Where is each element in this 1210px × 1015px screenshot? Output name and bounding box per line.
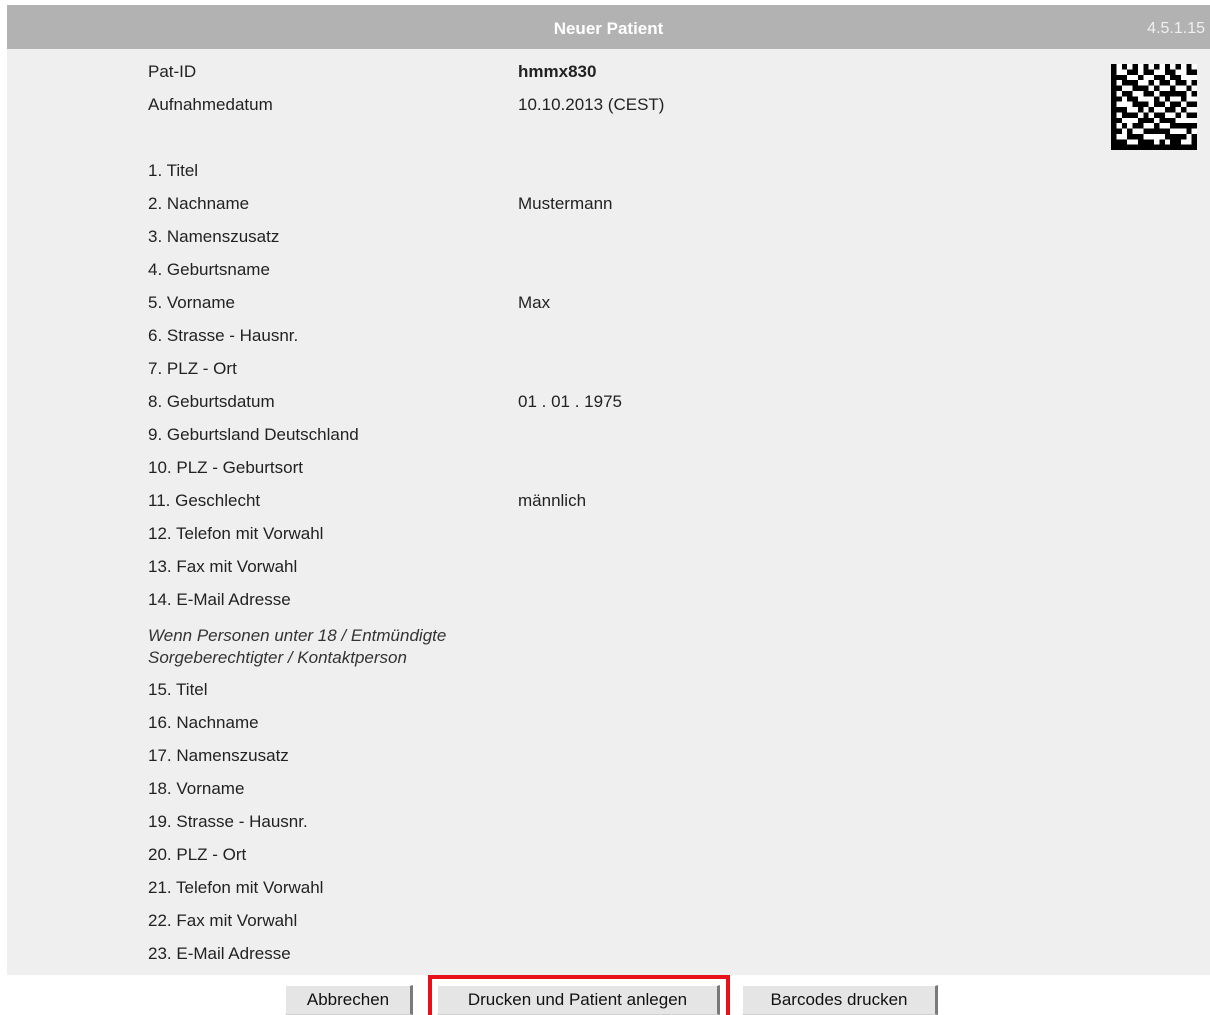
print-barcodes-button[interactable]: Barcodes drucken (742, 985, 938, 1015)
button-bar: Abbrechen Drucken und Patient anlegen Ba… (0, 975, 1210, 1015)
print-and-create-patient-button[interactable]: Drucken und Patient anlegen (437, 985, 720, 1015)
field-label: 5. Vorname (148, 293, 235, 312)
guardian-field-label: 15. Titel (148, 680, 208, 699)
field-label: 10. PLZ - Geburtsort (148, 458, 303, 477)
header-bar: Neuer Patient 4.5.1.15 (7, 5, 1210, 49)
field-label: 11. Geschlecht (148, 491, 261, 510)
datamatrix-barcode-icon (1111, 64, 1197, 150)
pat-id-value: hmmx830 (518, 62, 597, 81)
field-label: 13. Fax mit Vorwahl (148, 557, 298, 576)
field-label: 14. E-Mail Adresse (148, 590, 291, 609)
guardian-field-label: 22. Fax mit Vorwahl (148, 911, 298, 930)
field-label: 7. PLZ - Ort (148, 359, 237, 378)
guardian-field-label: 20. PLZ - Ort (148, 845, 247, 864)
guardian-note-line: Wenn Personen unter 18 / Entmündigte (148, 626, 447, 645)
version-label: 4.5.1.15 (1147, 20, 1205, 37)
field-value: Max (518, 293, 551, 312)
new-patient-page: Neuer Patient 4.5.1.15 Pat-ID hmmx830 Au… (0, 0, 1210, 1015)
guardian-field-label: 18. Vorname (148, 779, 245, 798)
guardian-field-label: 23. E-Mail Adresse (148, 944, 291, 963)
field-label: 8. Geburtsdatum (148, 392, 275, 411)
field-value: 01 . 01 . 1975 (518, 392, 622, 411)
patient-form-panel: Pat-ID hmmx830 Aufnahmedatum 10.10.2013 … (7, 49, 1210, 975)
guardian-note: Wenn Personen unter 18 / Entmündigte Sor… (148, 625, 446, 669)
field-label: 12. Telefon mit Vorwahl (148, 524, 324, 543)
guardian-field-label: 21. Telefon mit Vorwahl (148, 878, 324, 897)
admission-date-label: Aufnahmedatum (148, 95, 273, 114)
page-title: Neuer Patient (553, 19, 664, 38)
field-label: 4. Geburtsname (148, 260, 270, 279)
field-label: 2. Nachname (148, 194, 250, 213)
field-value: männlich (518, 491, 587, 510)
field-label: 3. Namenszusatz (148, 227, 280, 246)
pat-id-label: Pat-ID (148, 62, 197, 81)
guardian-field-label: 19. Strasse - Hausnr. (148, 812, 308, 831)
field-value: Mustermann (518, 194, 613, 213)
field-label: 6. Strasse - Hausnr. (148, 326, 299, 345)
cancel-button[interactable]: Abbrechen (285, 985, 413, 1015)
admission-date-value: 10.10.2013 (CEST) (518, 95, 665, 114)
field-label: 9. Geburtsland Deutschland (148, 425, 359, 444)
guardian-field-label: 16. Nachname (148, 713, 259, 732)
guardian-note-line: Sorgeberechtigter / Kontaktperson (148, 648, 407, 667)
field-label: 1. Titel (148, 161, 199, 180)
guardian-field-label: 17. Namenszusatz (148, 746, 289, 765)
